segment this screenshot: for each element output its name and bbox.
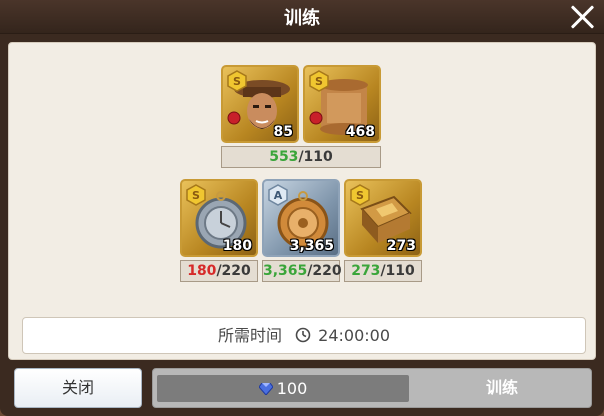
title-bar: 训练 (0, 0, 604, 34)
svg-text:S: S (192, 189, 200, 202)
need-count: /220 (216, 263, 251, 279)
material-card-pocket-compass[interactable]: S 180 (180, 179, 258, 257)
gem-cost-value: 100 (276, 379, 308, 398)
close-icon[interactable] (568, 3, 596, 31)
svg-text:S: S (315, 75, 323, 88)
material-card-captain-portrait[interactable]: S 85 (221, 65, 299, 143)
train-button[interactable]: 100 训练 (152, 368, 592, 408)
close-button[interactable]: 关闭 (14, 368, 142, 408)
grade-s-icon: S (227, 70, 247, 92)
progress-top: 553/110 (221, 146, 381, 168)
material-count: 3,365 (289, 238, 334, 254)
have-count: 273 (351, 263, 381, 279)
progress-astrolabe: 3,365/220 (262, 260, 342, 282)
seal-icon (309, 111, 323, 125)
material-count: 273 (386, 238, 416, 254)
gem-icon (258, 383, 273, 395)
gem-cost: 100 (157, 375, 409, 402)
material-count: 468 (345, 124, 375, 140)
svg-text:A: A (274, 189, 283, 202)
training-dialog: 训练 S 85 S 468 553/110 S 180 A 3,365 S 27… (0, 0, 604, 416)
grade-s-icon: S (350, 184, 370, 206)
have-count: 553 (269, 149, 299, 165)
svg-text:S: S (356, 189, 364, 202)
material-card-astrolabe[interactable]: A 3,365 (262, 179, 340, 257)
time-label: 所需时间 (217, 326, 282, 345)
progress-tome: 273/110 (344, 260, 422, 282)
need-count: /110 (298, 149, 333, 165)
need-count: /220 (307, 263, 342, 279)
have-count: 180 (187, 263, 217, 279)
need-count: /110 (380, 263, 415, 279)
time-value: 24:00:00 (318, 326, 391, 345)
seal-icon (227, 111, 241, 125)
clock-icon (295, 327, 311, 343)
material-count: 85 (273, 124, 293, 140)
required-time: 所需时间 24:00:00 (22, 317, 586, 354)
material-card-tome[interactable]: S 273 (344, 179, 422, 257)
material-card-captain-scroll[interactable]: S 468 (303, 65, 381, 143)
svg-text:S: S (233, 75, 241, 88)
grade-s-icon: S (186, 184, 206, 206)
dialog-title: 训练 (284, 8, 320, 29)
material-count: 180 (222, 238, 252, 254)
train-label: 训练 (485, 378, 518, 397)
have-count: 3,365 (263, 263, 308, 279)
grade-a-icon: A (268, 184, 288, 206)
progress-pocket-compass: 180/220 (180, 260, 258, 282)
grade-s-icon: S (309, 70, 329, 92)
